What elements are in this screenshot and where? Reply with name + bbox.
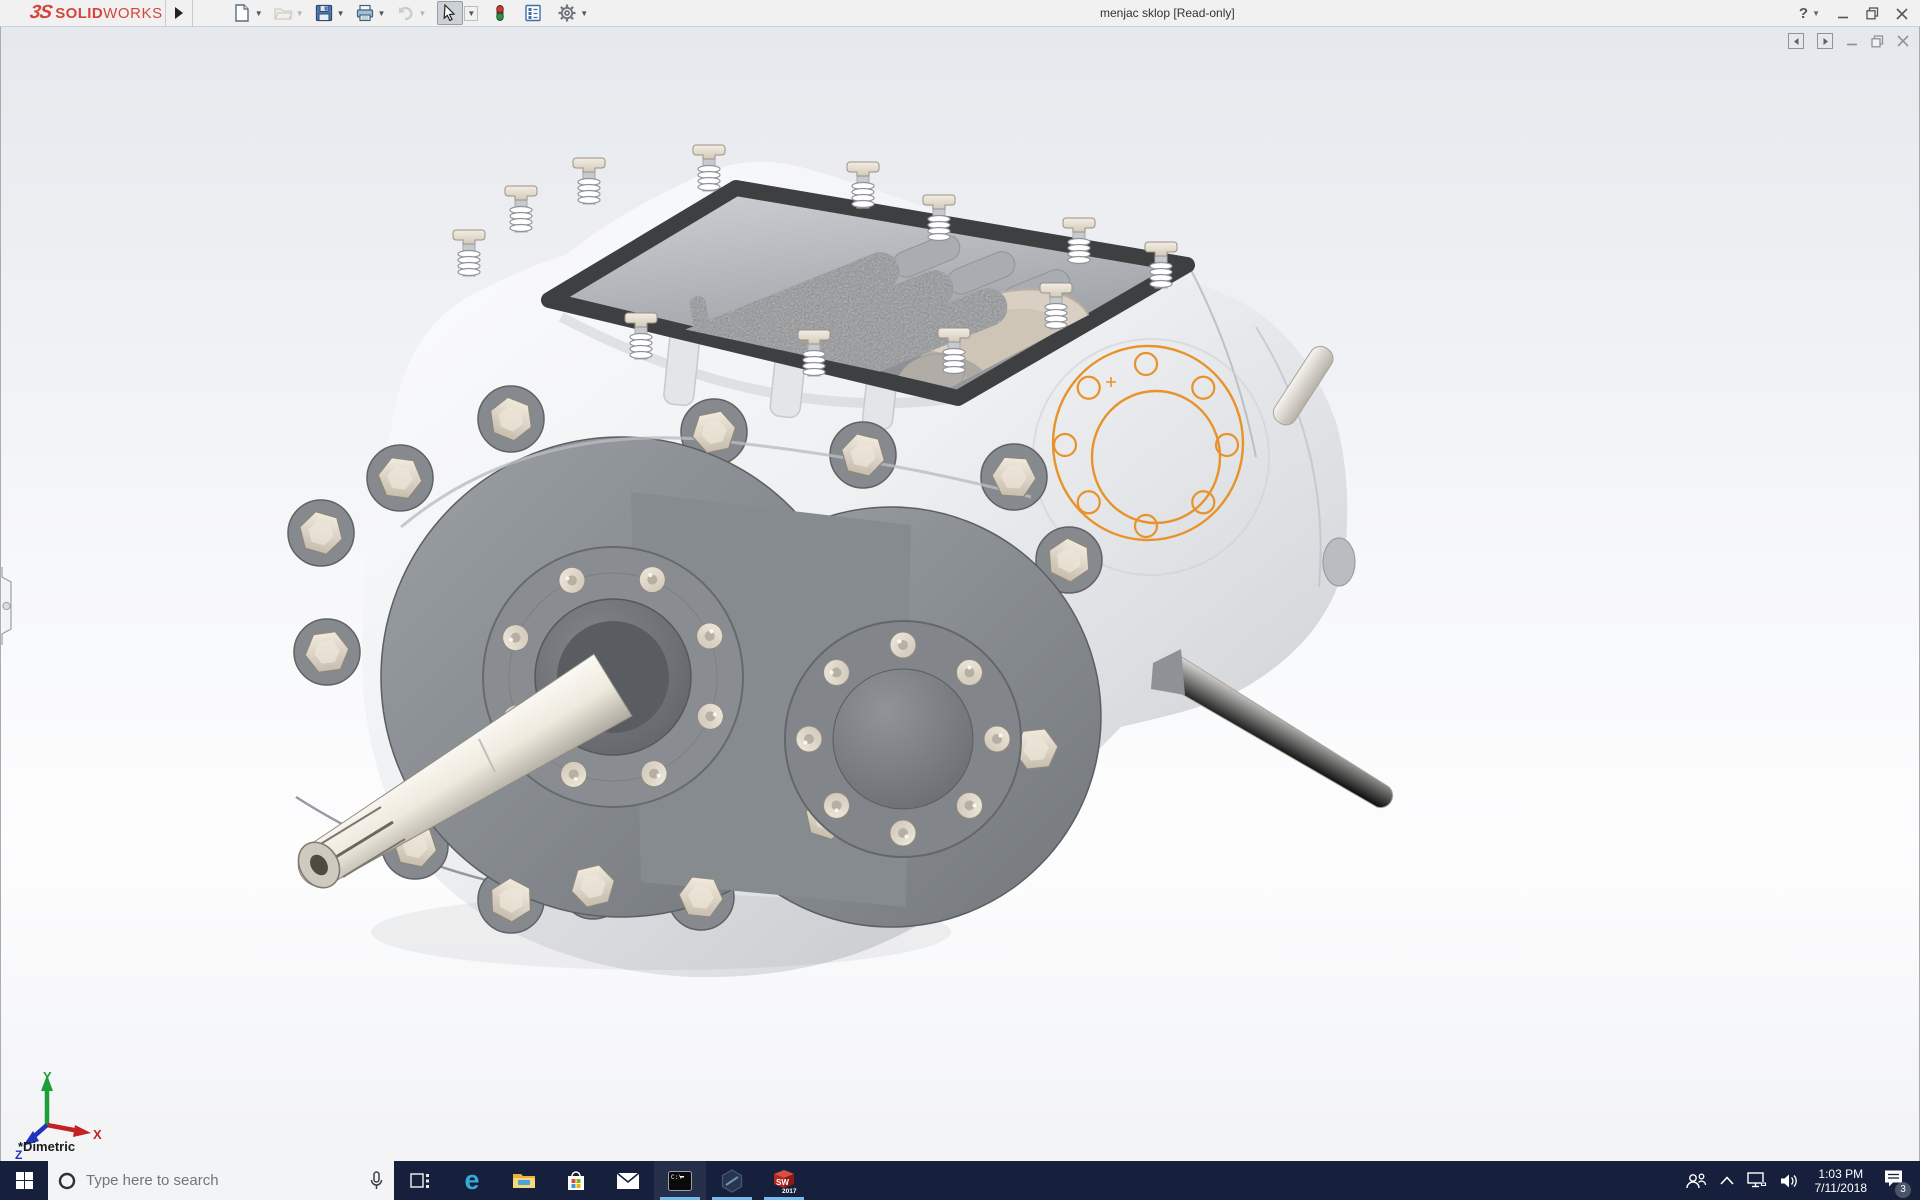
- print-icon: [355, 3, 375, 23]
- undo-button[interactable]: ▼: [392, 1, 429, 25]
- brand-mark: 3S: [28, 2, 53, 24]
- network-icon[interactable]: [1747, 1172, 1767, 1189]
- quick-toolbar: ▼ ▼ ▼ ▼: [229, 1, 591, 25]
- command-prompt-icon: C:\: [668, 1171, 692, 1191]
- graphics-viewport[interactable]: Y X Z *Dimetric: [0, 27, 1920, 1161]
- notification-badge: 3: [1895, 1182, 1911, 1198]
- store-icon: [565, 1170, 587, 1192]
- action-center-button[interactable]: 3: [1883, 1169, 1904, 1193]
- titlebar: 3S SOLID WORKS ▼ ▼ ▼: [0, 0, 1920, 27]
- save-icon: [314, 3, 334, 23]
- clock-time: 1:03 PM: [1815, 1167, 1868, 1181]
- separator: [192, 0, 193, 26]
- view-orientation-label: *Dimetric: [18, 1139, 75, 1154]
- select-tool-button[interactable]: [437, 1, 463, 25]
- solidworks-logo: 3S SOLID WORKS: [30, 2, 163, 24]
- people-icon[interactable]: [1685, 1172, 1707, 1190]
- command-prompt-button[interactable]: C:\: [654, 1161, 706, 1200]
- x-axis-arrow: [73, 1125, 91, 1137]
- mail-button[interactable]: [602, 1161, 654, 1200]
- file-explorer-button[interactable]: [498, 1161, 550, 1200]
- dropdown-caret[interactable]: ▼: [580, 9, 588, 18]
- help-button[interactable]: ? ▼: [1799, 5, 1820, 22]
- taskbar-search[interactable]: [48, 1161, 394, 1200]
- open-button[interactable]: ▼: [270, 1, 307, 25]
- dropdown-caret[interactable]: ▼: [255, 9, 263, 18]
- windows-taskbar: e C:\: [0, 1161, 1920, 1200]
- solidworks-2017-icon: SW 2017: [771, 1168, 797, 1194]
- store-button[interactable]: [550, 1161, 602, 1200]
- gearbox-3d-model[interactable]: [1, 27, 1920, 1161]
- restore-button[interactable]: [1866, 7, 1879, 20]
- y-axis-label: Y: [43, 1069, 52, 1084]
- triangle-left-icon: [1792, 37, 1801, 46]
- undo-icon: [395, 3, 415, 23]
- dropdown-caret[interactable]: ▼: [337, 9, 345, 18]
- options-gear-icon: [557, 3, 577, 23]
- cortana-icon: [58, 1172, 76, 1190]
- flyout-arrow-icon: [175, 7, 183, 19]
- save-button[interactable]: ▼: [311, 1, 348, 25]
- rebuild-stoplight-icon: [493, 3, 507, 23]
- close-button[interactable]: [1896, 8, 1908, 20]
- right-bearing-cover: [785, 621, 1021, 857]
- selector-shaft: [1151, 649, 1393, 808]
- mail-icon: [616, 1172, 640, 1190]
- volume-icon[interactable]: [1780, 1173, 1799, 1189]
- options-button[interactable]: ▼: [554, 1, 591, 25]
- brand-light: WORKS: [103, 5, 163, 22]
- new-document-button[interactable]: ▼: [229, 1, 266, 25]
- solidworks-2017-button[interactable]: SW 2017: [758, 1161, 810, 1200]
- triangle-right-icon: [1821, 37, 1830, 46]
- doc-restore-button[interactable]: [1871, 35, 1884, 48]
- dropdown-caret[interactable]: ▼: [296, 9, 304, 18]
- brand-bold: SOLID: [55, 5, 103, 22]
- document-title: menjac sklop [Read-only]: [1100, 6, 1235, 20]
- side-boss: [1323, 538, 1355, 586]
- sw-icon-label: SW: [776, 1178, 789, 1187]
- print-button[interactable]: ▼: [352, 1, 389, 25]
- dropdown-caret[interactable]: ▼: [418, 9, 426, 18]
- pane-left-button[interactable]: [1788, 33, 1804, 49]
- file-properties-icon: [523, 3, 543, 23]
- hidden-icons-chevron[interactable]: [1720, 1176, 1734, 1185]
- system-tray: 1:03 PM 7/11/2018 3: [1685, 1161, 1920, 1200]
- edge-button[interactable]: e: [446, 1161, 498, 1200]
- separator: [165, 0, 166, 26]
- windows-logo-icon: [16, 1172, 33, 1189]
- doc-minimize-button[interactable]: [1846, 35, 1858, 47]
- search-input[interactable]: [86, 1172, 359, 1189]
- doc-close-button[interactable]: [1897, 35, 1909, 47]
- start-button[interactable]: [0, 1161, 48, 1200]
- rebuild-button[interactable]: [490, 1, 510, 25]
- taskbar-clock[interactable]: 1:03 PM 7/11/2018: [1815, 1167, 1868, 1195]
- minimize-button[interactable]: [1837, 8, 1849, 20]
- file-properties-button[interactable]: [520, 1, 546, 25]
- dropdown-caret[interactable]: ▼: [378, 9, 386, 18]
- pane-right-button[interactable]: [1817, 33, 1833, 49]
- help-caret[interactable]: ▼: [1812, 9, 1820, 18]
- menu-flyout-button[interactable]: [168, 0, 190, 26]
- clock-date: 7/11/2018: [1815, 1181, 1868, 1195]
- help-glyph: ?: [1799, 5, 1808, 22]
- x-axis-label: X: [93, 1127, 102, 1142]
- new-document-icon: [232, 3, 252, 23]
- sw-icon-year: 2017: [782, 1188, 797, 1194]
- task-view-icon: [410, 1172, 430, 1190]
- task-view-button[interactable]: [394, 1161, 446, 1200]
- select-dropdown-caret[interactable]: ▼: [464, 6, 478, 21]
- document-window-controls: [1788, 33, 1909, 49]
- microphone-icon[interactable]: [369, 1171, 384, 1191]
- hexagon-app-icon: [720, 1169, 744, 1193]
- open-folder-icon: [273, 3, 293, 23]
- hexagon-app-button[interactable]: [706, 1161, 758, 1200]
- file-explorer-icon: [512, 1171, 536, 1191]
- edge-icon: e: [464, 1167, 479, 1194]
- select-cursor-icon: [441, 4, 459, 22]
